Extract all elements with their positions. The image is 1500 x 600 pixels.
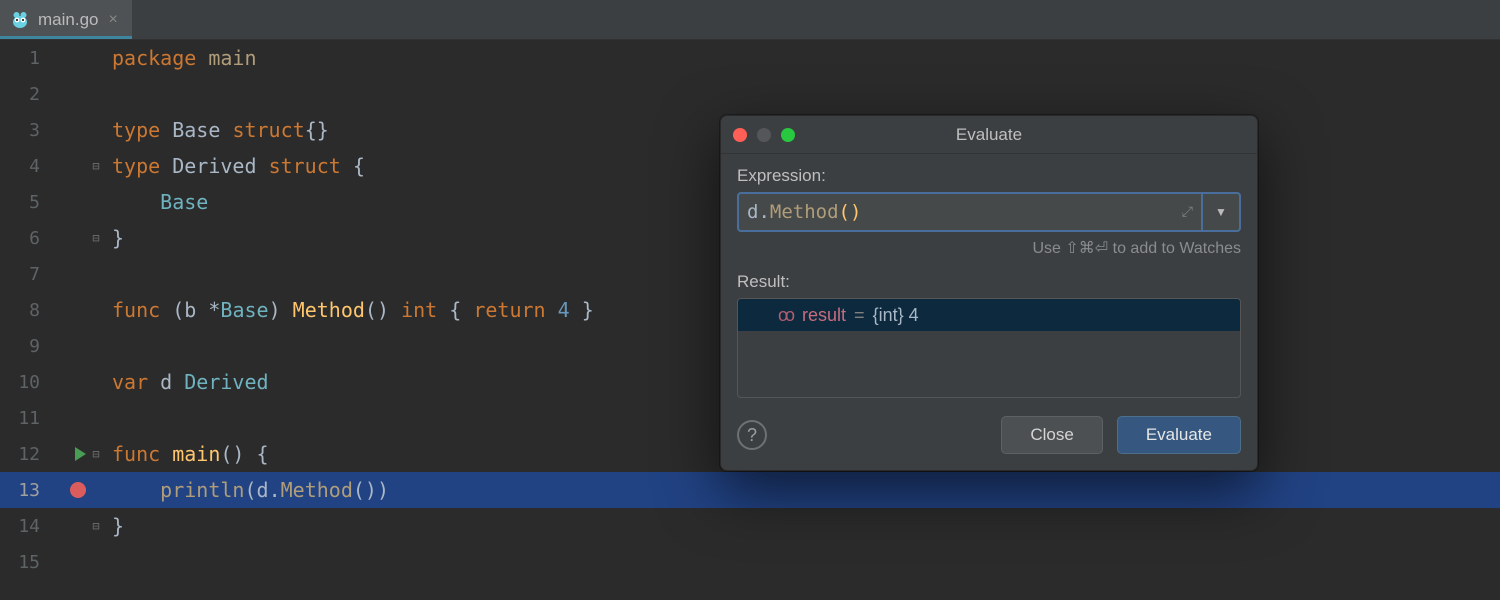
fold-open-icon[interactable]: ⊟ — [90, 160, 102, 172]
line-number: 14 — [0, 516, 50, 537]
file-tab-main-go[interactable]: main.go × — [0, 0, 132, 39]
result-value: {int} 4 — [873, 305, 919, 326]
close-tab-icon[interactable]: × — [106, 11, 119, 29]
watch-icon: oo — [778, 305, 792, 326]
line-number: 5 — [0, 192, 50, 213]
window-minimize-icon[interactable] — [757, 128, 771, 142]
current-execution-line: 13 println(d.Method()) — [0, 472, 1500, 508]
fold-close-icon[interactable]: ⊟ — [90, 520, 102, 532]
line-number: 9 — [0, 336, 50, 357]
result-name: result — [802, 305, 846, 326]
line-number: 10 — [0, 372, 50, 393]
line-number: 12 — [0, 444, 50, 465]
watches-hint: Use ⇧⌘⏎ to add to Watches — [737, 238, 1241, 258]
window-zoom-icon[interactable] — [781, 128, 795, 142]
dialog-titlebar[interactable]: Evaluate — [721, 116, 1257, 154]
fold-open-icon[interactable]: ⊟ — [90, 448, 102, 460]
go-file-icon — [10, 10, 30, 30]
evaluate-button[interactable]: Evaluate — [1117, 416, 1241, 454]
line-number: 3 — [0, 120, 50, 141]
run-gutter-icon[interactable] — [75, 447, 86, 461]
evaluate-dialog: Evaluate Expression: d.Method() ⤢ ▼ Use … — [720, 115, 1258, 471]
line-number: 6 — [0, 228, 50, 249]
close-button[interactable]: Close — [1001, 416, 1102, 454]
line-number: 2 — [0, 84, 50, 105]
line-number: 1 — [0, 48, 50, 69]
line-number: 15 — [0, 552, 50, 573]
result-tree[interactable]: oo result = {int} 4 — [737, 298, 1241, 398]
expression-label: Expression: — [737, 166, 1241, 186]
tab-bar: main.go × — [0, 0, 1500, 40]
line-number: 8 — [0, 300, 50, 321]
line-number: 13 — [0, 480, 50, 501]
help-icon: ? — [747, 425, 757, 446]
line-number: 7 — [0, 264, 50, 285]
expression-history-dropdown[interactable]: ▼ — [1203, 192, 1241, 232]
window-close-icon[interactable] — [733, 128, 747, 142]
result-label: Result: — [737, 272, 1241, 292]
help-button[interactable]: ? — [737, 420, 767, 450]
line-number: 4 — [0, 156, 50, 177]
file-tab-label: main.go — [38, 10, 98, 30]
fold-close-icon[interactable]: ⊟ — [90, 232, 102, 244]
dialog-title: Evaluate — [721, 125, 1257, 145]
result-row[interactable]: oo result = {int} 4 — [738, 299, 1240, 331]
expression-input[interactable]: d.Method() ⤢ — [737, 192, 1203, 232]
chevron-down-icon: ▼ — [1215, 205, 1227, 219]
line-number: 11 — [0, 408, 50, 429]
breakpoint-icon[interactable] — [70, 482, 86, 498]
expand-expression-icon[interactable]: ⤢ — [1182, 204, 1193, 220]
